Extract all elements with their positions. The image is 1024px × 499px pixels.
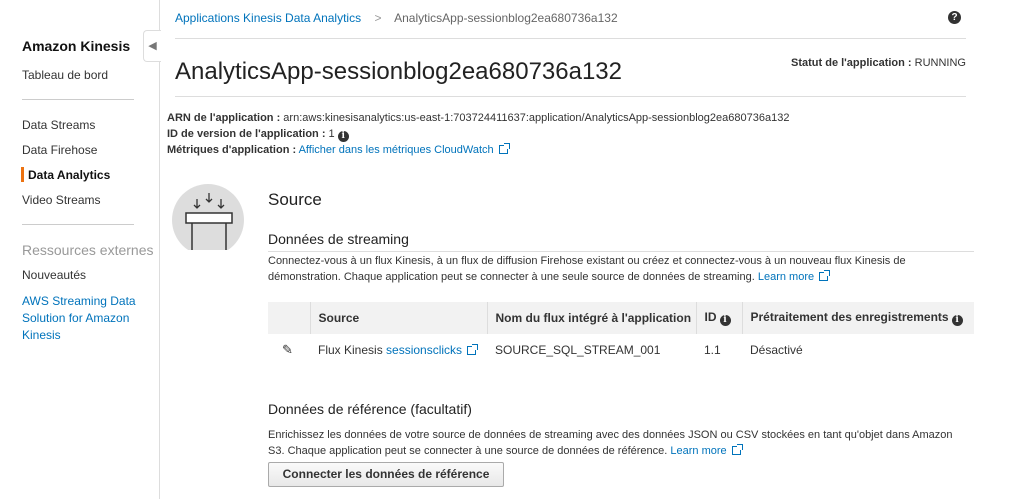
source-heading: Source bbox=[268, 190, 322, 209]
cell-source: Flux Kinesis sessionsclicks bbox=[310, 334, 487, 366]
sidebar-item-data-firehose[interactable]: Data Firehose bbox=[22, 143, 97, 157]
header-actions bbox=[268, 302, 310, 334]
header-id: ID i bbox=[695, 302, 742, 334]
external-link-icon bbox=[731, 444, 743, 455]
source-stream-link[interactable]: sessionsclicks bbox=[386, 343, 462, 357]
header-preprocessing: Prétraitement des enregistrements i bbox=[741, 302, 974, 334]
link-aws-streaming-solution[interactable]: AWS Streaming Data Solution for Amazon K… bbox=[22, 293, 142, 344]
external-resources-heading: Ressources externes bbox=[22, 242, 154, 258]
header-id-text: ID bbox=[704, 310, 717, 324]
sidebar-item-data-analytics[interactable]: Data Analytics bbox=[28, 168, 110, 182]
cell-id: 1.1 bbox=[704, 343, 721, 357]
info-icon[interactable]: i bbox=[951, 315, 963, 326]
status-value: RUNNING bbox=[914, 57, 966, 69]
status: Statut de l'application : RUNNING bbox=[791, 57, 966, 69]
streaming-heading: Données de streaming bbox=[268, 231, 409, 247]
streaming-table: Source Nom du flux intégré à l'applicati… bbox=[268, 302, 974, 366]
breadcrumb-parent[interactable]: Applications Kinesis Data Analytics bbox=[175, 11, 361, 25]
info-icon[interactable]: i bbox=[719, 315, 731, 326]
table-row: ✎ Flux Kinesis sessionsclicks SOURCE_SQL… bbox=[268, 334, 974, 366]
arn-value: arn:aws:kinesisanalytics:us-east-1:70372… bbox=[283, 112, 790, 124]
app-details: ARN de l'application : arn:aws:kinesisan… bbox=[167, 110, 789, 158]
cloudwatch-link[interactable]: Afficher dans les métriques CloudWatch bbox=[299, 144, 494, 156]
source-icon bbox=[172, 184, 244, 250]
source-prefix: Flux Kinesis bbox=[318, 343, 383, 357]
breadcrumb-current: AnalyticsApp-sessionblog2ea680736a132 bbox=[394, 11, 618, 25]
active-indicator bbox=[21, 167, 24, 182]
collapse-sidebar-button[interactable]: ◀ bbox=[143, 30, 161, 62]
sidebar-item-video-streams[interactable]: Video Streams bbox=[22, 193, 101, 207]
divider bbox=[175, 96, 966, 97]
status-label: Statut de l'application : bbox=[791, 57, 912, 69]
external-link-icon bbox=[467, 344, 479, 355]
connect-reference-data-button[interactable]: Connecter les données de référence bbox=[268, 462, 504, 487]
divider bbox=[268, 251, 974, 252]
external-link-icon bbox=[498, 143, 510, 154]
reference-desc-text: Enrichissez les données de votre source … bbox=[268, 429, 953, 457]
version-label: ID de version de l'application : bbox=[167, 128, 326, 140]
version-value: 1 bbox=[328, 128, 335, 140]
metrics-label: Métriques d'application : bbox=[167, 144, 297, 156]
help-icon[interactable]: ? bbox=[948, 11, 961, 24]
link-whats-new[interactable]: Nouveautés bbox=[22, 268, 86, 282]
external-link-icon bbox=[819, 270, 831, 281]
page-title: AnalyticsApp-sessionblog2ea680736a132 bbox=[175, 58, 622, 85]
caret-left-icon: ◀ bbox=[148, 40, 157, 52]
reference-learn-more-link[interactable]: Learn more bbox=[670, 445, 726, 457]
divider bbox=[175, 38, 966, 39]
table-header-row: Source Nom du flux intégré à l'applicati… bbox=[268, 302, 974, 334]
reference-heading: Données de référence (facultatif) bbox=[268, 401, 472, 417]
sidebar-item-dashboard[interactable]: Tableau de bord bbox=[22, 68, 108, 82]
divider bbox=[22, 224, 134, 225]
arn-label: ARN de l'application : bbox=[167, 112, 281, 124]
sidebar-title: Amazon Kinesis bbox=[22, 38, 131, 54]
header-stream-name: Nom du flux intégré à l'application bbox=[486, 302, 696, 334]
sidebar-item-data-streams[interactable]: Data Streams bbox=[22, 118, 95, 132]
cell-preprocessing: Désactivé bbox=[750, 343, 803, 357]
pencil-icon[interactable]: ✎ bbox=[268, 334, 310, 366]
header-preprocessing-text: Prétraitement des enregistrements bbox=[750, 310, 949, 324]
breadcrumb: Applications Kinesis Data Analytics > An… bbox=[175, 11, 618, 25]
sidebar: Amazon Kinesis Tableau de bord Data Stre… bbox=[0, 0, 160, 499]
streaming-description: Connectez-vous à un flux Kinesis, à un f… bbox=[268, 253, 968, 285]
info-icon[interactable]: i bbox=[337, 131, 349, 142]
chevron-right-icon: > bbox=[374, 11, 382, 25]
divider bbox=[22, 99, 134, 100]
learn-more-link[interactable]: Learn more bbox=[758, 271, 814, 283]
header-source: Source bbox=[309, 302, 487, 334]
cell-stream-name: SOURCE_SQL_STREAM_001 bbox=[495, 343, 661, 357]
reference-description: Enrichissez les données de votre source … bbox=[268, 427, 968, 459]
